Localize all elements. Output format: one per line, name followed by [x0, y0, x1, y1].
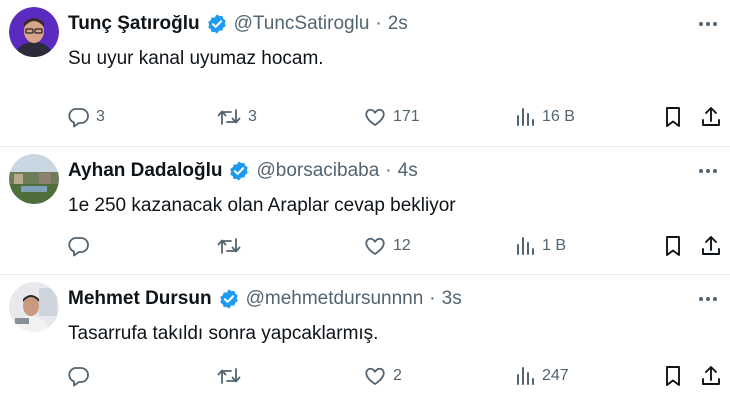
heart-icon — [365, 367, 385, 385]
bookmark-icon — [666, 107, 680, 127]
retweet-button[interactable]: 3 — [216, 104, 257, 130]
like-count: 12 — [393, 237, 411, 254]
views-bar-chart-icon — [517, 237, 534, 255]
heart-icon — [365, 108, 385, 126]
bookmark-button[interactable] — [662, 363, 684, 389]
author-name[interactable]: Ayhan Dadaloğlu — [68, 159, 222, 183]
retweet-button[interactable] — [216, 233, 248, 259]
timestamp[interactable]: 2s — [388, 12, 408, 36]
bookmark-icon — [666, 236, 680, 256]
tweet-actions: 12 1 B — [66, 233, 726, 259]
reply-button[interactable]: 3 — [66, 104, 105, 130]
tweet-text: Su uyur kanal uyumaz hocam. — [68, 48, 324, 69]
bookmark-icon — [666, 366, 680, 386]
author-name[interactable]: Mehmet Dursun — [68, 287, 212, 311]
author-handle[interactable]: @mehmetdursunnnn — [246, 287, 424, 311]
retweet-button[interactable] — [216, 363, 248, 389]
share-icon — [702, 107, 720, 126]
tweet-actions: 3 3 171 16 B — [66, 104, 726, 130]
author-handle[interactable]: @borsacibaba — [256, 159, 379, 183]
reply-icon — [68, 367, 89, 387]
author-handle[interactable]: @TuncSatiroglu — [234, 12, 370, 36]
tweet[interactable]: Mehmet Dursun @mehmetdursunnnn · 3s Tasa… — [0, 275, 730, 420]
timestamp[interactable]: 4s — [398, 159, 418, 183]
verified-badge-icon — [206, 13, 228, 35]
like-button[interactable]: 171 — [363, 104, 420, 130]
views-count: 247 — [542, 367, 569, 384]
reply-icon — [68, 237, 89, 257]
bookmark-button[interactable] — [662, 233, 684, 259]
bookmark-button[interactable] — [662, 104, 684, 130]
tweet-text: 1e 250 kazanacak olan Araplar cevap bekl… — [68, 195, 456, 216]
retweet-count: 3 — [248, 108, 257, 125]
views-button[interactable]: 16 B — [514, 104, 575, 130]
views-count: 16 B — [542, 108, 575, 125]
share-button[interactable] — [700, 233, 722, 259]
reply-button[interactable] — [66, 363, 96, 389]
avatar[interactable] — [9, 282, 59, 332]
reply-count: 3 — [96, 108, 105, 125]
views-count: 1 B — [542, 237, 567, 254]
author-name[interactable]: Tunç Şatıroğlu — [68, 12, 200, 36]
verified-badge-icon — [218, 288, 240, 310]
retweet-icon — [217, 109, 241, 125]
retweet-icon — [217, 238, 241, 254]
separator: · — [429, 288, 436, 309]
retweet-icon — [217, 368, 241, 384]
views-button[interactable]: 247 — [514, 363, 569, 389]
like-count: 2 — [393, 367, 402, 384]
share-button[interactable] — [700, 363, 722, 389]
views-button[interactable]: 1 B — [514, 233, 566, 259]
tweet-actions: 2 247 — [66, 363, 726, 389]
like-count: 171 — [393, 108, 420, 125]
like-button[interactable]: 12 — [363, 233, 411, 259]
views-bar-chart-icon — [517, 367, 534, 385]
verified-badge-icon — [228, 160, 250, 182]
more-options-icon[interactable] — [696, 12, 720, 36]
timestamp[interactable]: 3s — [442, 287, 462, 311]
reply-button[interactable] — [66, 233, 96, 259]
avatar[interactable] — [9, 154, 59, 204]
separator: · — [375, 13, 382, 34]
share-icon — [702, 366, 720, 385]
separator: · — [385, 160, 392, 181]
avatar[interactable] — [9, 7, 59, 57]
share-button[interactable] — [700, 104, 722, 130]
tweet-text: Tasarrufa takıldı sonra yapcaklarmış. — [68, 323, 379, 344]
more-options-icon[interactable] — [696, 159, 720, 183]
more-options-icon[interactable] — [696, 287, 720, 311]
reply-icon — [68, 108, 89, 128]
like-button[interactable]: 2 — [363, 363, 402, 389]
tweet[interactable]: Tunç Şatıroğlu @TuncSatiroglu · 2s Su uy… — [0, 0, 730, 147]
views-bar-chart-icon — [517, 108, 534, 126]
heart-icon — [365, 237, 385, 255]
tweet[interactable]: Ayhan Dadaloğlu @borsacibaba · 4s 1e 250… — [0, 147, 730, 275]
share-icon — [702, 236, 720, 255]
